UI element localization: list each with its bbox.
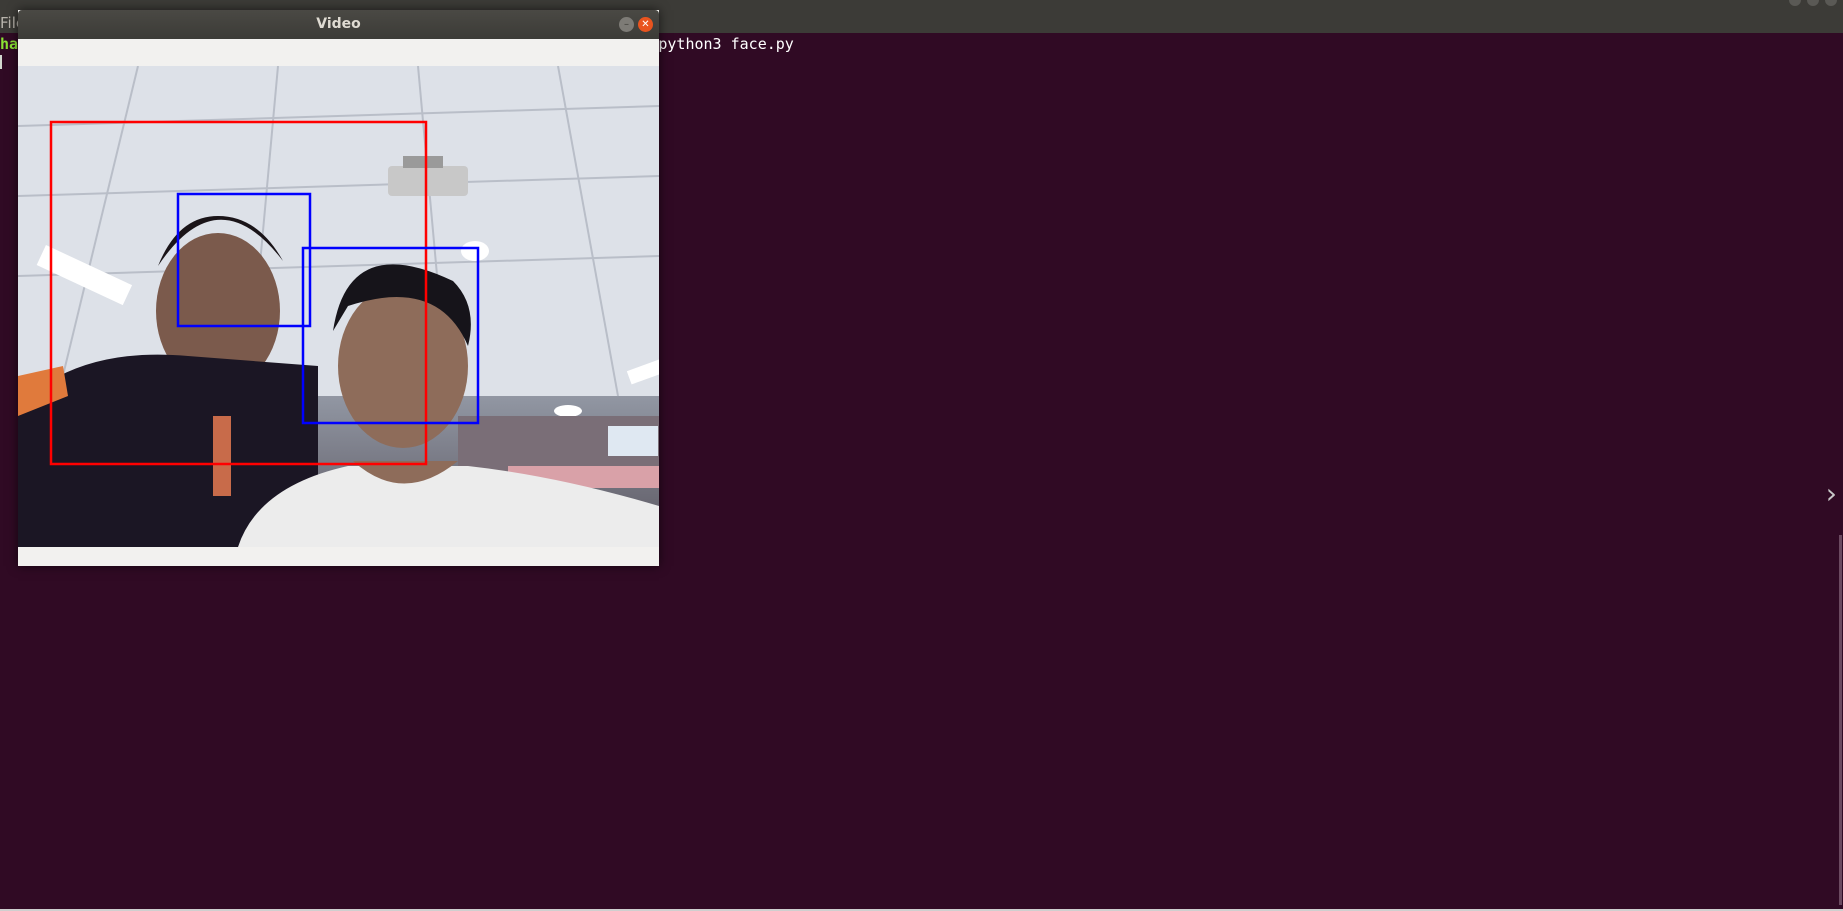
- close-icon[interactable]: [1825, 0, 1837, 6]
- prompt-user: ha: [0, 35, 19, 53]
- minimize-icon[interactable]: [1789, 0, 1801, 6]
- minimize-icon[interactable]: –: [619, 17, 634, 32]
- camera-frame: [18, 66, 659, 547]
- video-toolbar: [18, 39, 659, 67]
- terminal-scrollbar[interactable]: [1839, 535, 1842, 905]
- camera-scene: [18, 66, 659, 547]
- video-window-title: Video: [316, 16, 361, 32]
- close-icon[interactable]: ✕: [638, 17, 653, 32]
- video-titlebar[interactable]: Video – ✕: [18, 10, 659, 39]
- terminal-command: python3 face.py: [658, 35, 794, 53]
- video-window: Video – ✕: [18, 10, 659, 566]
- terminal-window-controls[interactable]: [1789, 0, 1837, 6]
- video-statusbar: [18, 547, 659, 566]
- terminal-cursor: [0, 55, 2, 69]
- maximize-icon[interactable]: [1807, 0, 1819, 6]
- chevron-right-icon[interactable]: ›: [1826, 480, 1837, 508]
